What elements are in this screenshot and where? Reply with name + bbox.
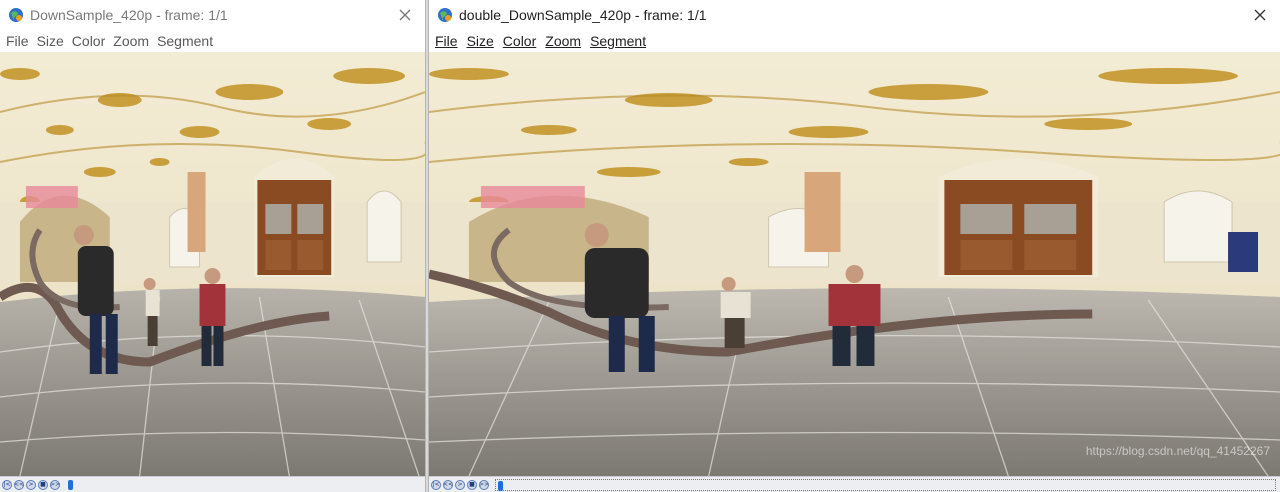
- menu-segment[interactable]: Segment: [157, 33, 213, 49]
- rewind-start-icon[interactable]: |<: [431, 479, 441, 490]
- frame-slider-thumb[interactable]: [68, 479, 73, 490]
- globe-app-icon: [9, 8, 23, 22]
- menu-size[interactable]: Size: [37, 33, 64, 49]
- stop-icon[interactable]: ■: [467, 479, 477, 490]
- menu-segment[interactable]: Segment: [590, 33, 646, 49]
- play-icon[interactable]: >: [455, 479, 465, 490]
- playback-bar: |< << > ■ >>: [429, 476, 1280, 492]
- menu-file[interactable]: File: [435, 33, 458, 49]
- frame-viewport[interactable]: https://blog.csdn.net/qq_41452267: [429, 52, 1280, 476]
- frame-slider[interactable]: [495, 478, 1276, 491]
- panorama-frame-image: [0, 52, 425, 476]
- menu-bar: File Size Color Zoom Segment: [0, 30, 425, 52]
- stop-icon[interactable]: ■: [38, 479, 48, 490]
- window-title: DownSample_420p - frame: 1/1: [30, 7, 228, 23]
- menu-size[interactable]: Size: [467, 33, 494, 49]
- left-viewer-window: DownSample_420p - frame: 1/1 File Size C…: [0, 0, 426, 492]
- right-viewer-window: double_DownSample_420p - frame: 1/1 File…: [428, 0, 1280, 492]
- menu-color[interactable]: Color: [503, 33, 536, 49]
- globe-app-icon: [438, 8, 452, 22]
- close-icon[interactable]: [397, 7, 413, 23]
- frame-slider[interactable]: [66, 479, 421, 491]
- play-icon[interactable]: >: [26, 479, 36, 490]
- menu-bar: File Size Color Zoom Segment: [429, 30, 1280, 52]
- menu-file[interactable]: File: [6, 33, 29, 49]
- panorama-frame-image: [429, 52, 1280, 476]
- menu-zoom[interactable]: Zoom: [545, 33, 581, 49]
- step-forward-icon[interactable]: >>: [50, 479, 60, 490]
- frame-slider-thumb[interactable]: [498, 480, 503, 491]
- rewind-start-icon[interactable]: |<: [2, 479, 12, 490]
- window-title: double_DownSample_420p - frame: 1/1: [459, 7, 707, 23]
- watermark-text: https://blog.csdn.net/qq_41452267: [1085, 444, 1270, 458]
- menu-zoom[interactable]: Zoom: [113, 33, 149, 49]
- playback-bar: |< << > ■ >>: [0, 476, 425, 492]
- step-back-icon[interactable]: <<: [14, 479, 24, 490]
- step-back-icon[interactable]: <<: [443, 479, 453, 490]
- frame-viewport[interactable]: [0, 52, 425, 476]
- title-bar[interactable]: DownSample_420p - frame: 1/1: [0, 0, 425, 30]
- title-bar[interactable]: double_DownSample_420p - frame: 1/1: [429, 0, 1280, 30]
- close-icon[interactable]: [1252, 7, 1268, 23]
- step-forward-icon[interactable]: >>: [479, 479, 489, 490]
- menu-color[interactable]: Color: [72, 33, 105, 49]
